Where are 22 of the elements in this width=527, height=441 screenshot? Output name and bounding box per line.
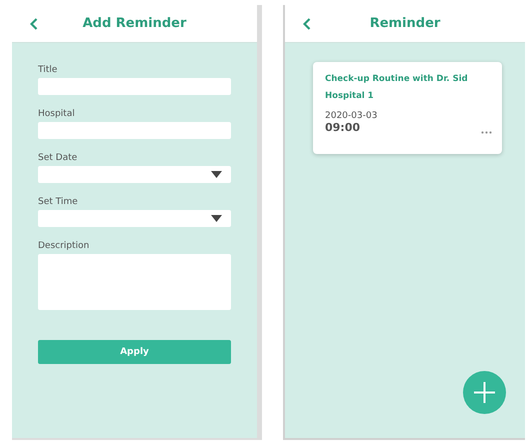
field-label: Set Time <box>38 197 79 207</box>
field-label: Hospital <box>38 109 76 119</box>
dropdown-arrow-icon <box>211 171 222 178</box>
reminder-time: 09:00 <box>325 121 360 134</box>
dropdown-arrow-icon <box>211 215 222 222</box>
dropdown-field[interactable] <box>38 166 231 183</box>
input-field[interactable] <box>38 78 231 95</box>
field-label: Set Date <box>38 153 78 163</box>
field-label: Description <box>38 241 90 251</box>
reminder-date: 2020-03-03 <box>325 111 378 121</box>
back-icon[interactable] <box>30 18 38 30</box>
field-label: Title <box>38 65 58 75</box>
reminder-card[interactable]: Check-up Routine with Dr. Sid Hospital 1 2020-03-03 09:00 <box>313 62 502 154</box>
reminder-title: Check-up Routine with Dr. Sid Hospital 1 <box>325 73 469 103</box>
back-icon[interactable] <box>303 18 311 30</box>
screen-title: Add Reminder <box>82 16 186 31</box>
dropdown-field[interactable] <box>38 210 231 227</box>
screen-title: Reminder <box>370 16 440 31</box>
more-icon[interactable] <box>481 131 492 134</box>
description-field[interactable] <box>38 254 231 310</box>
input-field[interactable] <box>38 122 231 139</box>
add-icon[interactable] <box>463 371 506 414</box>
